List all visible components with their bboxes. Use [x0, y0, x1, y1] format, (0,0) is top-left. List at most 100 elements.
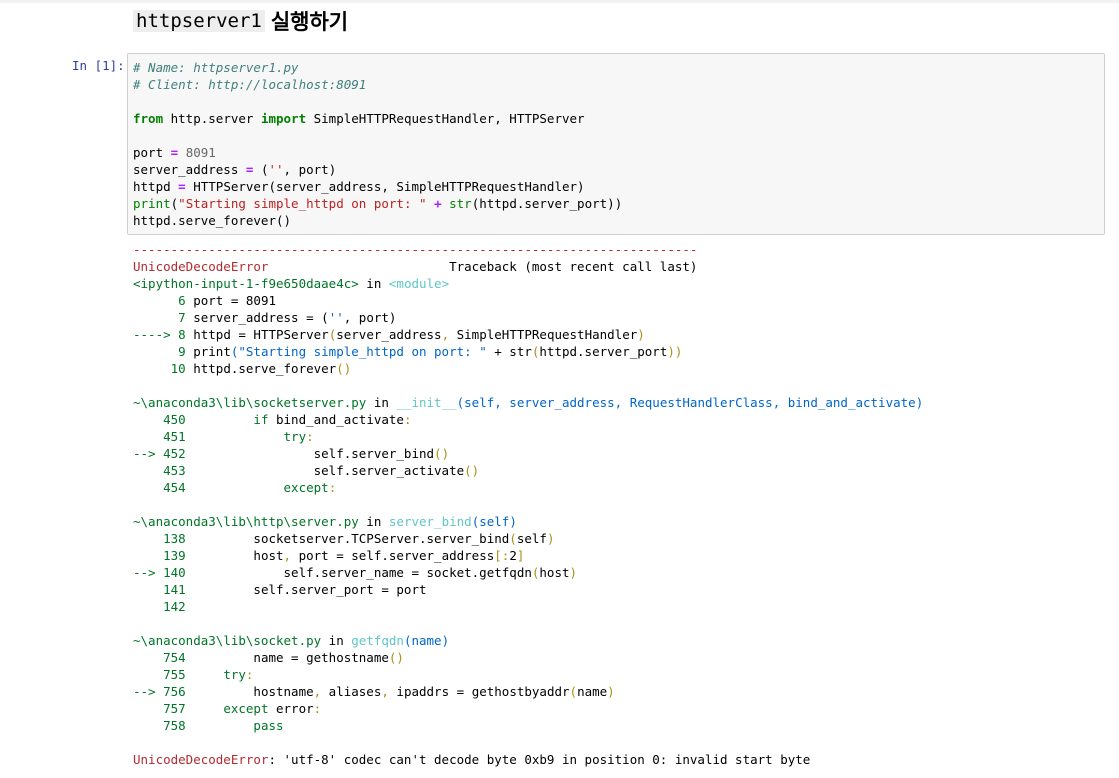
traceback-line-token: --> 452: [133, 446, 186, 461]
traceback-line-token: UnicodeDecodeError: [133, 752, 269, 767]
code-line: from http.server import SimpleHTTPReques…: [133, 110, 622, 127]
traceback-line-token: 2: [509, 548, 517, 563]
traceback-line-token: 7: [133, 310, 186, 325]
traceback-line-token: (): [464, 463, 480, 478]
traceback-line-token: self.server_port = port: [185, 582, 427, 597]
traceback-line-token: ): [607, 684, 615, 699]
traceback-line-token: 142: [133, 599, 186, 614]
traceback-line-token: , port): [343, 310, 397, 325]
code-line-token: SimpleHTTPRequestHandler, HTTPServer: [306, 111, 585, 126]
traceback-line-token: ----> 8: [133, 327, 186, 342]
traceback-line-token: --> 756: [133, 684, 186, 699]
traceback-line-token: :: [328, 480, 337, 495]
traceback-line-token: in: [321, 633, 352, 648]
traceback-line-token: [186, 429, 284, 444]
traceback-line-token: UnicodeDecodeError: [133, 259, 269, 274]
traceback-line: ----> 8 httpd = HTTPServer(server_addres…: [133, 326, 923, 343]
traceback-line-token: error: [268, 701, 314, 716]
traceback-line-token: 758: [133, 718, 186, 733]
traceback-line-token: (self, server_address, RequestHandlerCla…: [456, 395, 924, 410]
traceback-line-token: httpd = HTTPServer: [185, 327, 329, 342]
code-line: httpd = HTTPServer(server_address, Simpl…: [133, 178, 622, 195]
traceback-line-token: <ipython-input-1-f9e650daae4c>: [133, 276, 359, 291]
traceback-line-token: Traceback (most recent call last): [268, 259, 698, 274]
traceback-line-token: __init__: [396, 395, 457, 410]
traceback-line: 142: [133, 598, 923, 615]
traceback-line-token: SimpleHTTPRequestHandler: [449, 327, 638, 342]
input-prompt: In [1]:: [72, 58, 125, 73]
traceback-line-token: --> 140: [133, 565, 186, 580]
code-line-token: [442, 196, 450, 211]
traceback-line-token: :: [306, 429, 314, 444]
traceback-line-token: :: [313, 701, 322, 716]
traceback-line-token: self.server_name = socket.getfqdn: [185, 565, 532, 580]
code-line-token: # Client: http://localhost:8091: [133, 77, 367, 92]
code-line: port = 8091: [133, 144, 622, 161]
traceback-line-token: name: [577, 684, 608, 699]
traceback-line: 7 server_address = ('', port): [133, 309, 923, 326]
code-line-token: # Name: httpserver1.py: [133, 60, 299, 75]
traceback-line-token: ~\anaconda3\lib\socket.py: [133, 633, 322, 648]
traceback-line: ----------------------------------------…: [133, 241, 923, 258]
traceback-line-token: :: [403, 412, 412, 427]
traceback-line-token: [:: [494, 548, 510, 563]
traceback-line-token: aliases: [321, 684, 382, 699]
traceback-line-token: 454: [133, 480, 186, 495]
code-line-token: [427, 196, 435, 211]
code-line-token: print: [133, 196, 171, 211]
traceback-line-token: except: [283, 480, 329, 495]
traceback-line-token: (): [434, 446, 450, 461]
code-line-token: , port): [283, 162, 337, 177]
traceback-line-token: [186, 667, 224, 682]
traceback-line: 451 try:: [133, 428, 923, 445]
traceback-line-token: ,: [441, 327, 450, 342]
traceback-line-token: ): [546, 531, 555, 546]
code-line-token: "Starting simple_httpd on port: ": [178, 196, 427, 211]
traceback-line-token: port = 8091: [185, 293, 276, 308]
traceback-line-token: server_address: [336, 327, 442, 342]
traceback-line-token: print: [185, 344, 231, 359]
traceback-line: ~\anaconda3\lib\socket.py in getfqdn(nam…: [133, 632, 923, 649]
traceback-line: 450 if bind_and_activate:: [133, 411, 923, 428]
traceback-line-token: ("Starting simple_httpd on port: ": [230, 344, 487, 359]
code-line-token: (: [253, 162, 269, 177]
code-line-token: http.server: [163, 111, 261, 126]
traceback-line-token: host: [185, 548, 284, 563]
traceback-line-token: (: [509, 531, 517, 546]
code-editor[interactable]: # Name: httpserver1.py # Client: http://l…: [133, 59, 622, 229]
code-line-token: port: [133, 145, 171, 160]
traceback-line-token: 10: [133, 361, 186, 376]
code-line: httpd.serve_forever(): [133, 212, 622, 229]
traceback-output: ----------------------------------------…: [133, 241, 923, 768]
traceback-line-token: 9: [133, 344, 186, 359]
code-line-token: [178, 145, 186, 160]
traceback-line-token: (): [388, 650, 404, 665]
traceback-line-token: ,: [381, 684, 389, 699]
code-line-token: +: [434, 196, 442, 211]
traceback-line-token: <module>: [388, 276, 450, 291]
traceback-line-token: port = self.server_address: [291, 548, 495, 563]
code-line-token: server_address: [133, 162, 246, 177]
traceback-line-token: try: [283, 429, 307, 444]
traceback-line: 9 print("Starting simple_httpd on port: …: [133, 343, 923, 360]
traceback-line-token: 450: [133, 412, 186, 427]
traceback-line-token: 138: [133, 531, 186, 546]
traceback-line: --> 756 hostname, aliases, ipaddrs = get…: [133, 683, 923, 700]
traceback-line-token: ,: [283, 548, 292, 563]
traceback-line-token: 6: [133, 293, 186, 308]
traceback-line-token: 755: [133, 667, 186, 682]
traceback-line-token: [186, 718, 254, 733]
traceback-line-token: in: [366, 395, 397, 410]
traceback-line-token: in: [358, 514, 389, 529]
code-line-token: HTTPServer(server_address, SimpleHTTPReq…: [185, 179, 585, 194]
traceback-line-token: self.server_activate: [185, 463, 465, 478]
traceback-line-token: bind_and_activate: [268, 412, 404, 427]
code-line: print("Starting simple_httpd on port: " …: [133, 195, 622, 212]
traceback-line: 6 port = 8091: [133, 292, 923, 309]
code-line-token: str: [449, 196, 472, 211]
traceback-line: 758 pass: [133, 717, 923, 734]
traceback-line-token: (name): [403, 633, 450, 648]
traceback-line: 139 host, port = self.server_address[:2]: [133, 547, 923, 564]
traceback-line-token: httpd.serve_forever: [185, 361, 337, 376]
